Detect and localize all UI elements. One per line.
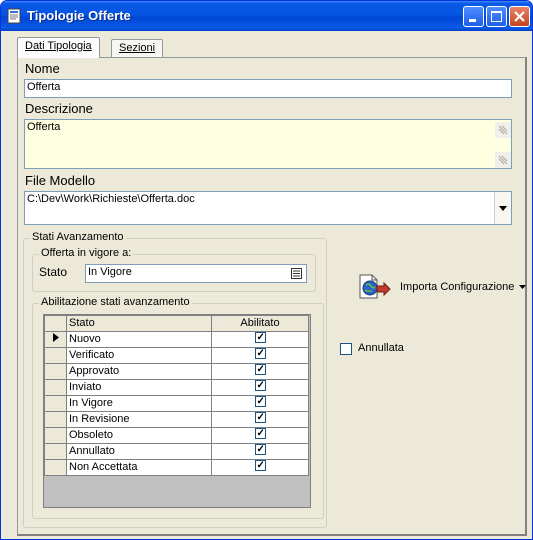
table-header-row: Stato Abilitato <box>44 315 309 332</box>
descrizione-label: Descrizione <box>25 101 93 116</box>
cell-stato[interactable]: Approvato <box>66 363 212 380</box>
minimize-icon <box>469 19 476 22</box>
cell-abilitato[interactable]: ✓ <box>211 363 309 380</box>
table-row[interactable]: Annullato ✓ <box>44 443 309 460</box>
resize-grip-icon <box>498 155 508 165</box>
abilitato-checkbox[interactable]: ✓ <box>254 428 266 439</box>
cell-stato[interactable]: Verificato <box>66 347 212 364</box>
cell-abilitato[interactable]: ✓ <box>211 459 309 476</box>
file-modello-field[interactable]: C:\Dev\Work\Richieste\Offerta.doc <box>24 191 512 225</box>
abilitato-checkbox[interactable]: ✓ <box>254 380 266 391</box>
resize-grip-icon <box>498 125 508 135</box>
importa-configurazione-button[interactable]: Importa Configurazione <box>356 272 530 302</box>
minimize-button[interactable] <box>463 6 484 27</box>
offerta-vigore-group: Offerta in vigore a: Stato In Vigore <box>32 247 316 292</box>
cell-abilitato[interactable]: ✓ <box>211 379 309 396</box>
tab-label: Dati Tipologia <box>25 40 92 52</box>
client-area: Dati Tipologia Sezioni Nome Offerta Desc… <box>5 31 528 536</box>
annullata-label: Annullata <box>358 342 404 354</box>
row-indicator <box>44 347 67 364</box>
scroll-up-grip[interactable] <box>495 122 511 138</box>
title-bar[interactable]: Tipologie Offerte <box>1 1 532 31</box>
offerta-vigore-legend: Offerta in vigore a: <box>39 247 134 259</box>
cell-stato[interactable]: Non Accettata <box>66 459 212 476</box>
stati-avanzamento-group: Stati Avanzamento Offerta in vigore a: S… <box>23 231 327 528</box>
descrizione-field[interactable]: Offerta <box>24 119 512 169</box>
table-row[interactable]: Inviato ✓ <box>44 379 309 396</box>
abilitazione-group: Abilitazione stati avanzamento Stato Abi… <box>32 296 324 519</box>
file-modello-dropdown-button[interactable] <box>494 192 511 224</box>
cell-stato[interactable]: Annullato <box>66 443 212 460</box>
import-button-label: Importa Configurazione <box>400 281 515 293</box>
row-indicator <box>44 411 67 428</box>
file-modello-value: C:\Dev\Work\Richieste\Offerta.doc <box>27 193 195 205</box>
chevron-down-icon <box>499 206 507 211</box>
close-button[interactable] <box>509 6 530 27</box>
import-globe-icon <box>359 274 391 299</box>
cell-abilitato[interactable]: ✓ <box>211 427 309 444</box>
column-header-abilitato[interactable]: Abilitato <box>211 315 309 332</box>
abilitato-checkbox[interactable]: ✓ <box>254 332 266 343</box>
scroll-down-grip[interactable] <box>495 152 511 168</box>
list-icon[interactable] <box>291 268 302 279</box>
abilitato-checkbox[interactable]: ✓ <box>254 348 266 359</box>
abilitato-checkbox[interactable]: ✓ <box>254 412 266 423</box>
cell-abilitato[interactable]: ✓ <box>211 347 309 364</box>
row-indicator-header <box>44 315 67 332</box>
tab-label: Sezioni <box>119 42 156 54</box>
table-row[interactable]: In Vigore ✓ <box>44 395 309 412</box>
table-row[interactable]: Non Accettata ✓ <box>44 459 309 476</box>
abilitazione-legend: Abilitazione stati avanzamento <box>39 296 192 308</box>
row-indicator <box>44 395 67 412</box>
row-indicator <box>44 363 67 380</box>
table-row[interactable]: Approvato ✓ <box>44 363 309 380</box>
maximize-button[interactable] <box>486 6 507 27</box>
window-title: Tipologie Offerte <box>27 8 131 23</box>
cell-stato[interactable]: In Vigore <box>66 395 212 412</box>
cell-abilitato[interactable]: ✓ <box>211 443 309 460</box>
tab-page: Nome Offerta Descrizione Offerta File Mo… <box>17 57 527 536</box>
row-indicator <box>44 379 67 396</box>
maximize-icon <box>491 11 502 22</box>
row-indicator <box>44 459 67 476</box>
stato-label: Stato <box>39 265 68 279</box>
cell-stato[interactable]: In Revisione <box>66 411 212 428</box>
cell-abilitato[interactable]: ✓ <box>211 331 309 348</box>
stato-lookup-field[interactable]: In Vigore <box>85 264 307 283</box>
cell-stato[interactable]: Nuovo <box>66 331 212 348</box>
table-row[interactable]: Nuovo ✓ <box>44 331 309 348</box>
tab-sezioni[interactable]: Sezioni <box>111 39 164 57</box>
descrizione-text: Offerta <box>27 121 61 133</box>
nome-field[interactable]: Offerta <box>24 79 512 98</box>
row-indicator <box>44 427 67 444</box>
row-indicator <box>44 443 67 460</box>
abilitato-checkbox[interactable]: ✓ <box>254 460 266 471</box>
close-icon <box>514 11 525 22</box>
row-indicator <box>44 331 67 348</box>
stato-lookup-value: In Vigore <box>88 266 132 278</box>
annullata-checkbox[interactable] <box>340 343 352 355</box>
chevron-down-icon <box>519 285 526 289</box>
column-header-stato[interactable]: Stato <box>66 315 212 332</box>
stati-avanzamento-legend: Stati Avanzamento <box>30 231 126 243</box>
tab-dati-tipologia[interactable]: Dati Tipologia <box>17 37 100 58</box>
cell-abilitato[interactable]: ✓ <box>211 411 309 428</box>
stati-grid[interactable]: Stato Abilitato Nuovo ✓ Verificato ✓ App… <box>43 314 311 508</box>
table-row[interactable]: Obsoleto ✓ <box>44 427 309 444</box>
current-row-arrow-icon <box>52 333 59 342</box>
abilitato-checkbox[interactable]: ✓ <box>254 444 266 455</box>
window: Tipologie Offerte Dati Tipologia Sezioni… <box>0 0 533 540</box>
cell-stato[interactable]: Obsoleto <box>66 427 212 444</box>
stati-table: Stato Abilitato Nuovo ✓ Verificato ✓ App… <box>44 315 309 476</box>
table-row[interactable]: Verificato ✓ <box>44 347 309 364</box>
file-modello-label: File Modello <box>25 173 96 188</box>
cell-stato[interactable]: Inviato <box>66 379 212 396</box>
table-row[interactable]: In Revisione ✓ <box>44 411 309 428</box>
nome-label: Nome <box>25 61 60 76</box>
abilitato-checkbox[interactable]: ✓ <box>254 396 266 407</box>
abilitato-checkbox[interactable]: ✓ <box>254 364 266 375</box>
cell-abilitato[interactable]: ✓ <box>211 395 309 412</box>
app-window-icon <box>7 8 21 24</box>
